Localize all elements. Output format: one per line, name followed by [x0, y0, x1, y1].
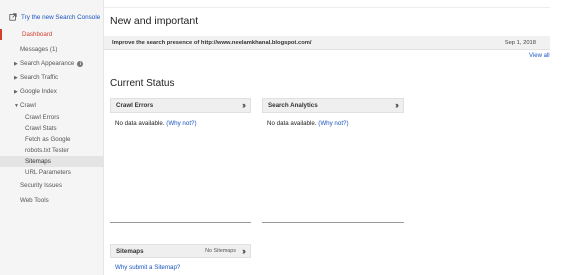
- sidebar-item-label: Search Traffic: [20, 74, 59, 81]
- search-analytics-header[interactable]: Search Analytics ››: [262, 98, 404, 113]
- crawl-errors-header[interactable]: Crawl Errors ››: [110, 98, 251, 113]
- search-analytics-body: No data available. (Why not?): [267, 120, 349, 127]
- sidebar-item-label: Messages (1): [20, 46, 58, 53]
- new-important-title: New and important: [110, 15, 199, 27]
- sidebar-item-security-issues[interactable]: Security Issues: [0, 180, 104, 191]
- sidebar-item-label: Security Issues: [20, 182, 62, 189]
- sidebar-item-search-appearance[interactable]: ▶ Search Appearance i: [0, 58, 104, 69]
- message-text: Improve the search presence of http://ww…: [112, 39, 312, 46]
- sitemaps-header[interactable]: Sitemaps No Sitemaps ››: [110, 244, 251, 258]
- crawl-errors-title: Crawl Errors: [116, 102, 154, 109]
- top-divider: [104, 7, 550, 8]
- no-data-text: No data available.: [115, 120, 165, 127]
- sidebar-item-web-tools[interactable]: Web Tools: [0, 195, 104, 206]
- sidebar-item-sitemaps[interactable]: Sitemaps: [0, 156, 104, 167]
- sidebar-item-messages[interactable]: Messages (1): [0, 44, 104, 55]
- no-data-text: No data available.: [267, 120, 317, 127]
- sidebar-item-crawl-stats[interactable]: Crawl Stats: [0, 123, 104, 134]
- double-chevron-right-icon[interactable]: ››: [242, 246, 246, 256]
- sidebar-item-dashboard[interactable]: Dashboard: [0, 29, 104, 40]
- current-status-title: Current Status: [110, 78, 175, 89]
- try-link-label: Try the new Search Console: [21, 13, 101, 21]
- sidebar-item-label: Fetch as Google: [25, 136, 71, 143]
- sidebar: Try the new Search Console Dashboard Mes…: [0, 0, 104, 275]
- sidebar-item-google-index[interactable]: ▶ Google Index: [0, 86, 104, 97]
- double-chevron-right-icon[interactable]: ››: [242, 101, 246, 110]
- info-icon[interactable]: i: [77, 60, 84, 67]
- sidebar-item-label: URL Parameters: [25, 169, 71, 176]
- sidebar-item-search-traffic[interactable]: ▶ Search Traffic: [0, 72, 104, 83]
- message-row[interactable]: Improve the search presence of http://ww…: [104, 36, 550, 50]
- search-analytics-title: Search Analytics: [268, 102, 318, 109]
- search-analytics-divider: [262, 222, 404, 223]
- sidebar-item-label: Dashboard: [22, 31, 53, 38]
- sidebar-item-label: Google Index: [20, 88, 57, 95]
- view-all-link[interactable]: View all: [529, 53, 550, 59]
- sidebar-item-label: Crawl Stats: [25, 125, 57, 132]
- why-submit-sitemap-link[interactable]: Why submit a Sitemap?: [115, 264, 180, 271]
- why-not-link[interactable]: (Why not?): [318, 120, 348, 127]
- crawl-errors-divider: [110, 222, 251, 223]
- sidebar-item-crawl[interactable]: ▼ Crawl: [0, 100, 104, 111]
- double-chevron-right-icon[interactable]: ››: [395, 101, 399, 110]
- sitemaps-title: Sitemaps: [116, 247, 144, 255]
- external-link-icon: [9, 13, 17, 21]
- sidebar-item-label: Sitemaps: [25, 158, 51, 165]
- why-not-link[interactable]: (Why not?): [166, 120, 196, 127]
- sidebar-item-label: Crawl Errors: [25, 114, 60, 121]
- sidebar-item-label: Search Appearance: [20, 60, 75, 67]
- sidebar-item-fetch-as-google[interactable]: Fetch as Google: [0, 134, 104, 145]
- sidebar-item-url-parameters[interactable]: URL Parameters: [0, 167, 104, 178]
- message-date: Sep 1, 2018: [504, 39, 536, 46]
- sidebar-item-label: robots.txt Tester: [25, 147, 69, 154]
- sidebar-item-robots-tester[interactable]: robots.txt Tester: [0, 145, 104, 156]
- crawl-errors-body: No data available. (Why not?): [115, 120, 197, 127]
- sidebar-item-label: Crawl: [20, 102, 36, 109]
- sidebar-item-crawl-errors[interactable]: Crawl Errors: [0, 112, 104, 123]
- sidebar-item-label: Web Tools: [20, 197, 49, 204]
- try-new-console-link[interactable]: Try the new Search Console: [9, 13, 100, 21]
- sitemaps-count: No Sitemaps: [205, 248, 236, 254]
